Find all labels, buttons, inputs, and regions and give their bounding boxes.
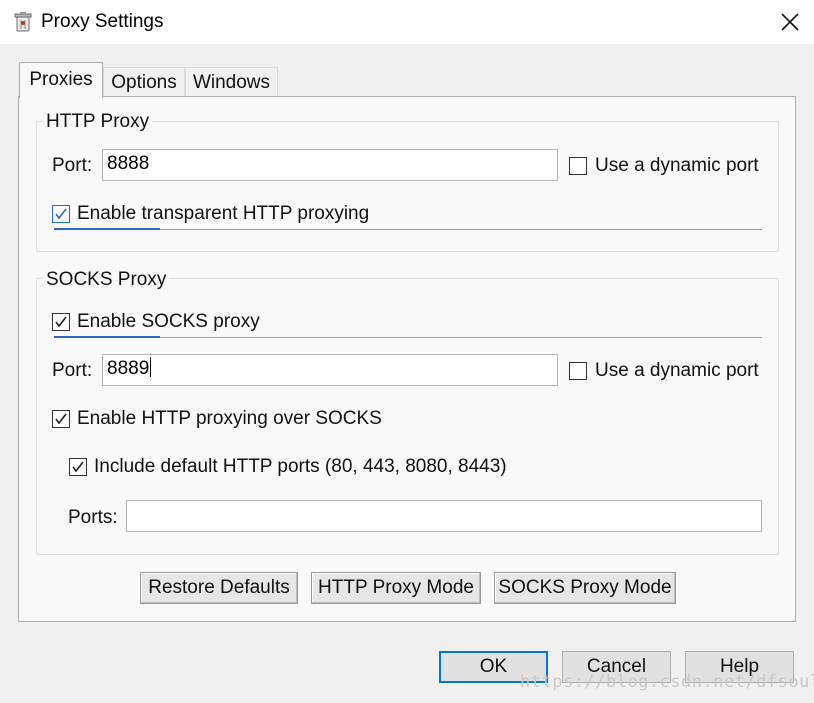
- socks-dynamic-port-label: Use a dynamic port: [595, 360, 759, 381]
- socks-port-input[interactable]: 8889: [102, 354, 558, 386]
- http-over-socks-label: Enable HTTP proxying over SOCKS: [77, 408, 382, 429]
- divider-accent: [54, 228, 160, 230]
- enable-socks-label: Enable SOCKS proxy: [77, 311, 260, 332]
- http-proxy-group: [36, 121, 779, 252]
- trash-can-icon: [14, 12, 32, 32]
- http-dynamic-port-checkbox[interactable]: [569, 157, 587, 175]
- socks-proxy-mode-button[interactable]: SOCKS Proxy Mode: [494, 572, 676, 604]
- http-port-value: 8888: [107, 153, 150, 174]
- include-default-ports-checkbox[interactable]: [69, 458, 87, 476]
- tab-windows[interactable]: Windows: [185, 67, 278, 96]
- enable-socks-checkbox[interactable]: [52, 313, 70, 331]
- window-title: Proxy Settings: [41, 11, 164, 32]
- include-default-ports-label: Include default HTTP ports (80, 443, 808…: [94, 456, 507, 477]
- http-dynamic-port-label: Use a dynamic port: [595, 155, 759, 176]
- http-over-socks-checkbox[interactable]: [52, 410, 70, 428]
- close-icon[interactable]: [776, 8, 804, 36]
- checkmark-icon: [55, 208, 67, 220]
- socks-port-label: Port:: [52, 360, 93, 381]
- ports-input[interactable]: [126, 500, 762, 532]
- tab-options[interactable]: Options: [103, 67, 185, 96]
- http-proxy-mode-button[interactable]: HTTP Proxy Mode: [311, 572, 481, 604]
- transparent-proxying-checkbox[interactable]: [52, 205, 70, 223]
- socks-proxy-legend: SOCKS Proxy: [43, 269, 170, 291]
- transparent-proxying-label: Enable transparent HTTP proxying: [77, 203, 370, 224]
- socks-port-value: 8889: [107, 358, 150, 379]
- divider: [54, 229, 762, 230]
- ports-label: Ports:: [68, 507, 118, 528]
- tab-proxies[interactable]: Proxies: [19, 62, 103, 98]
- divider: [54, 337, 762, 338]
- checkmark-icon: [55, 316, 67, 328]
- http-port-input[interactable]: 8888: [102, 149, 558, 181]
- text-caret: [150, 357, 152, 377]
- checkmark-icon: [72, 461, 84, 473]
- http-port-label: Port:: [52, 155, 93, 176]
- http-proxy-legend: HTTP Proxy: [43, 111, 153, 133]
- divider-accent: [54, 336, 160, 338]
- restore-defaults-button[interactable]: Restore Defaults: [140, 572, 298, 604]
- watermark: https://blog.csdn.net/dfsoul: [520, 672, 814, 692]
- checkmark-icon: [55, 413, 67, 425]
- socks-dynamic-port-checkbox[interactable]: [569, 362, 587, 380]
